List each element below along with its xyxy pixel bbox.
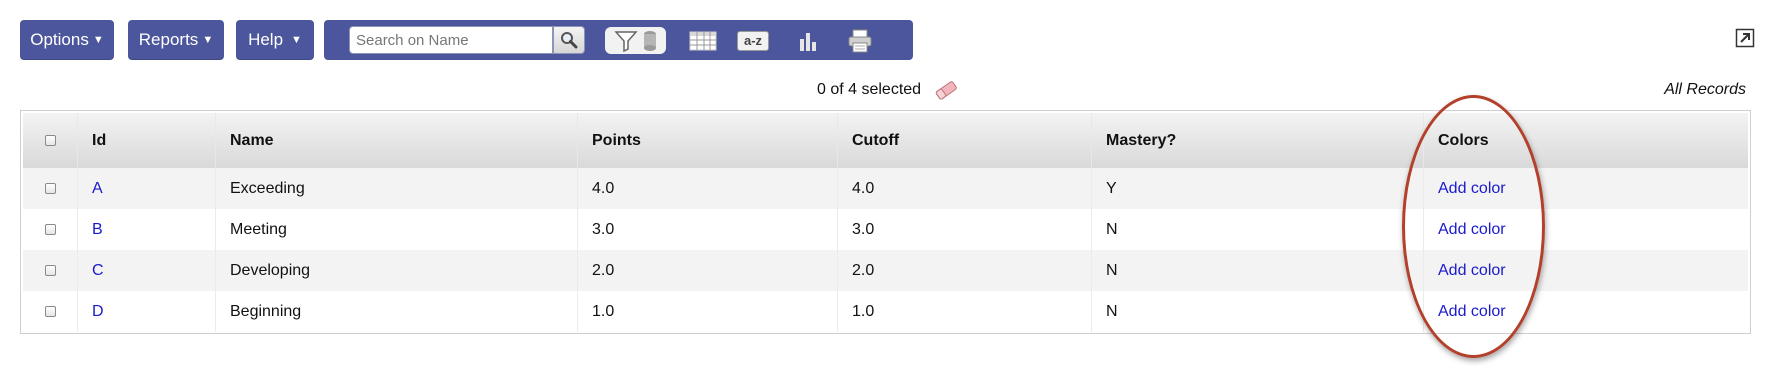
select-all-cell <box>23 113 77 168</box>
row-select-cell <box>23 209 77 250</box>
options-menu-label: Options <box>30 30 89 49</box>
name-cell: Beginning <box>215 291 577 332</box>
cutoff-cell: 1.0 <box>837 291 1091 332</box>
grid-icon <box>689 31 717 50</box>
expand-window-button[interactable] <box>1735 28 1755 48</box>
column-header-id[interactable]: Id <box>77 113 215 168</box>
row-checkbox[interactable] <box>45 306 56 317</box>
print-icon <box>848 29 872 52</box>
filter-icon <box>613 30 638 52</box>
table-row: C Developing 2.0 2.0 N Add color <box>23 250 1748 291</box>
points-cell: 2.0 <box>577 250 837 291</box>
table-header-row: Id Name Points Cutoff Mastery? Colors <box>23 113 1748 168</box>
table-row: A Exceeding 4.0 4.0 Y Add color <box>23 168 1748 209</box>
select-all-checkbox[interactable] <box>45 135 56 146</box>
reports-menu-button[interactable]: Reports ▼ <box>128 20 224 60</box>
eraser-icon <box>935 81 957 100</box>
add-color-link[interactable]: Add color <box>1438 180 1506 198</box>
colors-cell: Add color <box>1423 168 1748 209</box>
add-color-link[interactable]: Add color <box>1438 303 1506 321</box>
filter-toggle-button[interactable] <box>605 27 666 54</box>
caret-down-icon: ▼ <box>92 34 104 46</box>
mastery-cell: Y <box>1091 168 1423 209</box>
id-cell: C <box>77 250 215 291</box>
table-row: D Beginning 1.0 1.0 N Add color <box>23 291 1748 332</box>
name-cell: Exceeding <box>215 168 577 209</box>
id-cell: B <box>77 209 215 250</box>
table-row: B Meeting 3.0 3.0 N Add color <box>23 209 1748 250</box>
column-header-points[interactable]: Points <box>577 113 837 168</box>
add-color-link[interactable]: Add color <box>1438 221 1506 239</box>
id-cell: D <box>77 291 215 332</box>
database-icon <box>643 30 656 51</box>
mastery-cell: N <box>1091 209 1423 250</box>
colors-cell: Add color <box>1423 209 1748 250</box>
clear-selection-button[interactable] <box>933 78 959 107</box>
reports-menu-label: Reports <box>138 30 199 49</box>
options-menu-button[interactable]: Options ▼ <box>20 20 114 60</box>
cutoff-cell: 3.0 <box>837 209 1091 250</box>
sort-az-label: a-z <box>743 33 763 48</box>
mastery-cell: N <box>1091 291 1423 332</box>
points-cell: 1.0 <box>577 291 837 332</box>
colors-cell: Add color <box>1423 250 1748 291</box>
row-checkbox[interactable] <box>45 224 56 235</box>
column-header-mastery[interactable]: Mastery? <box>1091 113 1423 168</box>
points-cell: 4.0 <box>577 168 837 209</box>
search-icon <box>561 32 578 49</box>
sort-button[interactable]: a-z <box>736 27 770 54</box>
column-header-colors[interactable]: Colors <box>1423 113 1748 168</box>
cutoff-cell: 4.0 <box>837 168 1091 209</box>
help-menu-button[interactable]: Help ▼ <box>236 20 314 60</box>
help-menu-label: Help <box>248 30 284 49</box>
id-link[interactable]: C <box>92 262 104 280</box>
id-link[interactable]: B <box>92 221 103 239</box>
print-button[interactable] <box>845 27 875 54</box>
row-select-cell <box>23 291 77 332</box>
caret-down-icon: ▼ <box>202 34 214 46</box>
search-toolbar: a-z <box>324 20 913 60</box>
cutoff-cell: 2.0 <box>837 250 1091 291</box>
sort-az-icon: a-z <box>737 30 769 51</box>
records-scope-label: All Records <box>1664 81 1746 98</box>
name-cell: Developing <box>215 250 577 291</box>
row-select-cell <box>23 168 77 209</box>
chart-button[interactable] <box>794 27 822 54</box>
row-checkbox[interactable] <box>45 183 56 194</box>
records-table: Id Name Points Cutoff Mastery? Colors A … <box>20 110 1751 334</box>
column-header-cutoff[interactable]: Cutoff <box>837 113 1091 168</box>
search-input[interactable] <box>349 26 553 54</box>
name-cell: Meeting <box>215 209 577 250</box>
mastery-cell: N <box>1091 250 1423 291</box>
column-header-name[interactable]: Name <box>215 113 577 168</box>
row-select-cell <box>23 250 77 291</box>
add-color-link[interactable]: Add color <box>1438 262 1506 280</box>
row-checkbox[interactable] <box>45 265 56 276</box>
id-link[interactable]: D <box>92 303 104 321</box>
caret-down-icon: ▼ <box>291 34 302 46</box>
grid-view-button[interactable] <box>687 27 719 54</box>
bar-chart-icon <box>800 32 816 51</box>
id-link[interactable]: A <box>92 180 103 198</box>
search-button[interactable] <box>553 26 585 54</box>
expand-icon <box>1735 28 1755 48</box>
colors-cell: Add color <box>1423 291 1748 332</box>
selected-count: 0 of 4 selected <box>817 81 922 98</box>
id-cell: A <box>77 168 215 209</box>
selection-status-bar: 0 of 4 selected All Records <box>0 78 1770 102</box>
points-cell: 3.0 <box>577 209 837 250</box>
